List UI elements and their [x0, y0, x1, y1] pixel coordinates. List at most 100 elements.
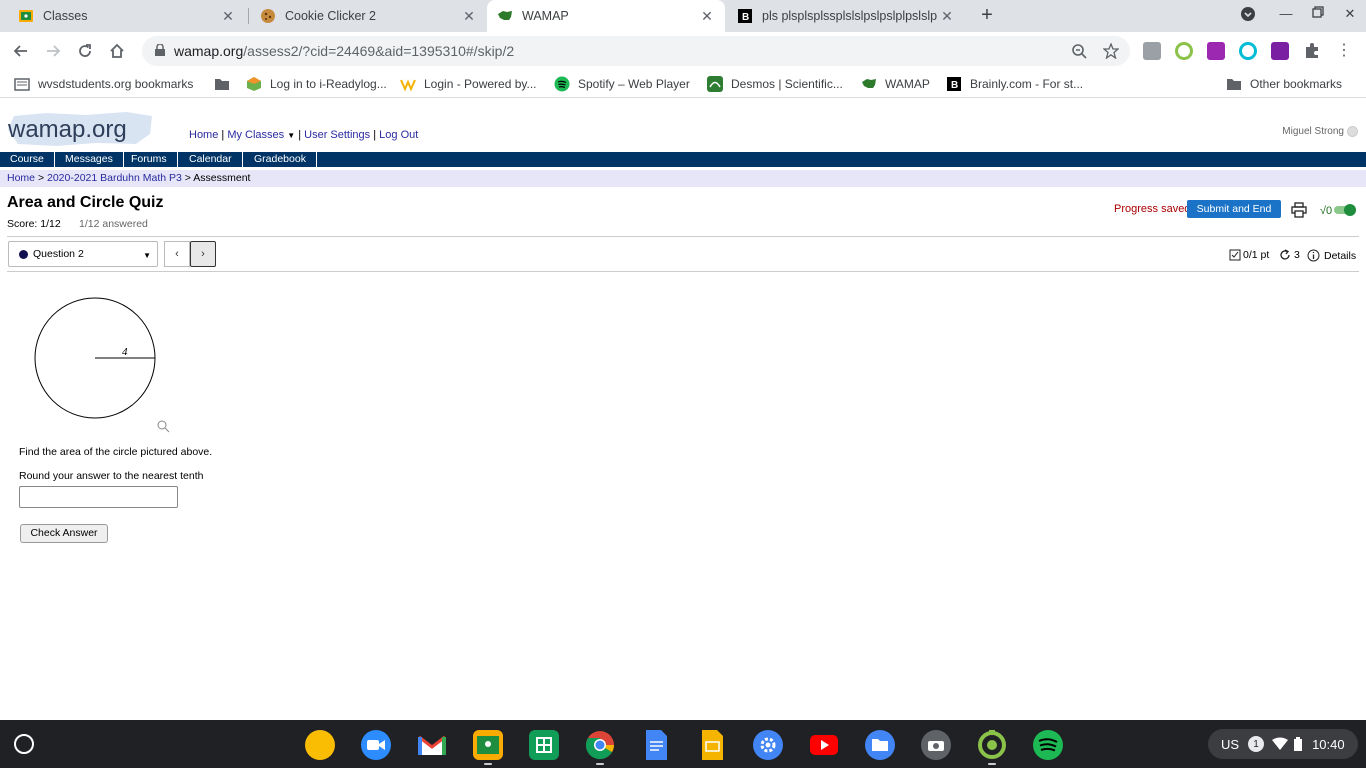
- user-settings-link[interactable]: User Settings: [304, 129, 370, 141]
- close-tab-icon[interactable]: ✕: [939, 8, 955, 24]
- puzzle-icon[interactable]: [1303, 42, 1321, 60]
- gmail-icon[interactable]: [417, 730, 447, 760]
- sheets-icon[interactable]: [529, 730, 559, 760]
- close-tab-icon[interactable]: ✕: [699, 8, 715, 24]
- svg-text:√0: √0: [1320, 205, 1332, 217]
- restore-icon[interactable]: [1308, 6, 1328, 21]
- log-out-link[interactable]: Log Out: [379, 129, 418, 141]
- bookmark-folder[interactable]: [214, 76, 238, 92]
- tab-search-icon[interactable]: [1238, 6, 1258, 25]
- menu-calendar[interactable]: Calendar: [179, 152, 243, 167]
- print-icon[interactable]: [1291, 202, 1307, 218]
- checkbox-icon: [1229, 249, 1241, 261]
- close-tab-icon[interactable]: ✕: [461, 8, 477, 24]
- menu-gradebook[interactable]: Gradebook: [244, 152, 317, 167]
- bookmark-label: Brainly.com - For st...: [970, 77, 1084, 91]
- wifi-icon: [1272, 737, 1289, 750]
- bookmark-brainly[interactable]: B Brainly.com - For st...: [946, 76, 1083, 92]
- close-window-icon[interactable]: ✕: [1340, 6, 1360, 22]
- menu-kebab-icon[interactable]: ⋮: [1335, 42, 1353, 60]
- menu-course[interactable]: Course: [0, 152, 55, 167]
- zoom-icon[interactable]: [361, 730, 391, 760]
- folder-icon: [1226, 76, 1242, 92]
- menu-forums[interactable]: Forums: [121, 152, 178, 167]
- close-tab-icon[interactable]: ✕: [220, 8, 236, 24]
- tab-classes[interactable]: Classes ✕: [8, 0, 246, 32]
- back-icon[interactable]: [10, 40, 32, 62]
- tab-brainly[interactable]: B pls plsplsplssplslslpslpslplpslslp ✕: [727, 0, 965, 32]
- slides-icon[interactable]: [697, 730, 727, 760]
- magnify-icon[interactable]: [157, 420, 170, 433]
- bookmark-spotify[interactable]: Spotify – Web Player: [554, 76, 690, 92]
- radius-label: 4: [122, 346, 128, 358]
- youtube-icon[interactable]: [809, 730, 839, 760]
- forward-icon[interactable]: [42, 40, 64, 62]
- address-bar[interactable]: wamap.org/assess2/?cid=24469&aid=1395310…: [142, 36, 1130, 66]
- minimize-icon[interactable]: —: [1276, 6, 1296, 21]
- screencastify-icon[interactable]: [977, 730, 1007, 760]
- submit-and-end-button[interactable]: Submit and End: [1187, 200, 1281, 218]
- bookmark-other[interactable]: Other bookmarks: [1226, 76, 1342, 92]
- docs-icon[interactable]: [641, 730, 671, 760]
- new-tab-icon[interactable]: +: [976, 5, 998, 27]
- previous-question-button[interactable]: ‹: [164, 241, 190, 267]
- progress-saved-status: Progress saved: [1114, 203, 1191, 215]
- svg-text:B: B: [951, 80, 958, 91]
- tab-separator: [248, 8, 249, 24]
- reload-icon[interactable]: [74, 40, 96, 62]
- folder-icon: [14, 76, 30, 92]
- iready-icon: [246, 76, 262, 92]
- bookmark-iready[interactable]: Log in to i-Readylog...: [246, 76, 387, 92]
- my-classes-link[interactable]: My Classes: [227, 129, 284, 141]
- svg-text:wamap.org: wamap.org: [7, 116, 127, 143]
- breadcrumb-home[interactable]: Home: [7, 172, 35, 184]
- breadcrumb-course[interactable]: 2020-2021 Barduhn Math P3: [47, 172, 182, 184]
- spotify-icon[interactable]: [1033, 730, 1063, 760]
- extension-icon[interactable]: [1239, 42, 1257, 60]
- details-button[interactable]: Details: [1307, 249, 1356, 262]
- pdf-extension-icon[interactable]: [1271, 42, 1289, 60]
- wamap-logo[interactable]: wamap.org: [6, 110, 156, 148]
- bookmark-desmos[interactable]: Desmos | Scientific...: [707, 76, 843, 92]
- home-icon[interactable]: [106, 40, 128, 62]
- question-selector[interactable]: Question 2 ▼: [8, 241, 158, 267]
- answered-count: 1/12 answered: [79, 218, 148, 230]
- camera-icon[interactable]: [921, 730, 951, 760]
- google-classroom-icon[interactable]: [473, 730, 503, 760]
- notification-badge: 1: [1248, 736, 1265, 752]
- settings-icon[interactable]: [753, 730, 783, 760]
- tab-title: pls plsplsplssplslslpslpslplpslslp: [762, 9, 938, 23]
- star-icon[interactable]: [1103, 43, 1119, 59]
- bookmark-folder[interactable]: wvsdstudents.org bookmarks: [14, 76, 193, 92]
- launcher-icon[interactable]: [14, 734, 34, 754]
- points-status: 0/1 pt: [1229, 249, 1269, 261]
- home-link[interactable]: Home: [189, 129, 218, 141]
- screencastify-extension-icon[interactable]: [1175, 42, 1193, 60]
- tab-cookie-clicker[interactable]: Cookie Clicker 2 ✕: [250, 0, 487, 32]
- tab-wamap[interactable]: WAMAP ✕: [487, 0, 725, 32]
- bookmark-label: Login - Powered by...: [424, 77, 537, 91]
- dropdown-caret-icon[interactable]: ▼: [287, 131, 295, 140]
- answer-input[interactable]: [19, 486, 178, 508]
- keep-icon[interactable]: [305, 730, 335, 760]
- chrome-icon[interactable]: [585, 730, 615, 760]
- bookmark-login[interactable]: Login - Powered by...: [400, 76, 537, 92]
- bookmark-wamap[interactable]: WAMAP: [861, 76, 930, 92]
- retries-status: 3: [1279, 249, 1300, 261]
- math-display-toggle[interactable]: √0: [1320, 202, 1358, 218]
- extension-icon[interactable]: [1143, 42, 1161, 60]
- next-question-button[interactable]: ›: [190, 241, 216, 267]
- os-shelf: US 1 10:40: [0, 720, 1366, 768]
- files-icon[interactable]: [865, 730, 895, 760]
- status-tray[interactable]: US 1 10:40: [1208, 729, 1358, 759]
- wamap-icon: [497, 8, 513, 24]
- desmos-icon: [707, 76, 723, 92]
- kami-extension-icon[interactable]: [1207, 42, 1225, 60]
- menu-messages[interactable]: Messages: [55, 152, 124, 167]
- user-name[interactable]: Miguel Strong: [1282, 126, 1358, 137]
- svg-text:B: B: [742, 12, 749, 23]
- clock: 10:40: [1312, 736, 1345, 752]
- check-answer-button[interactable]: Check Answer: [20, 524, 108, 543]
- zoom-icon[interactable]: [1071, 43, 1087, 59]
- browser-toolbar: wamap.org/assess2/?cid=24469&aid=1395310…: [0, 32, 1366, 70]
